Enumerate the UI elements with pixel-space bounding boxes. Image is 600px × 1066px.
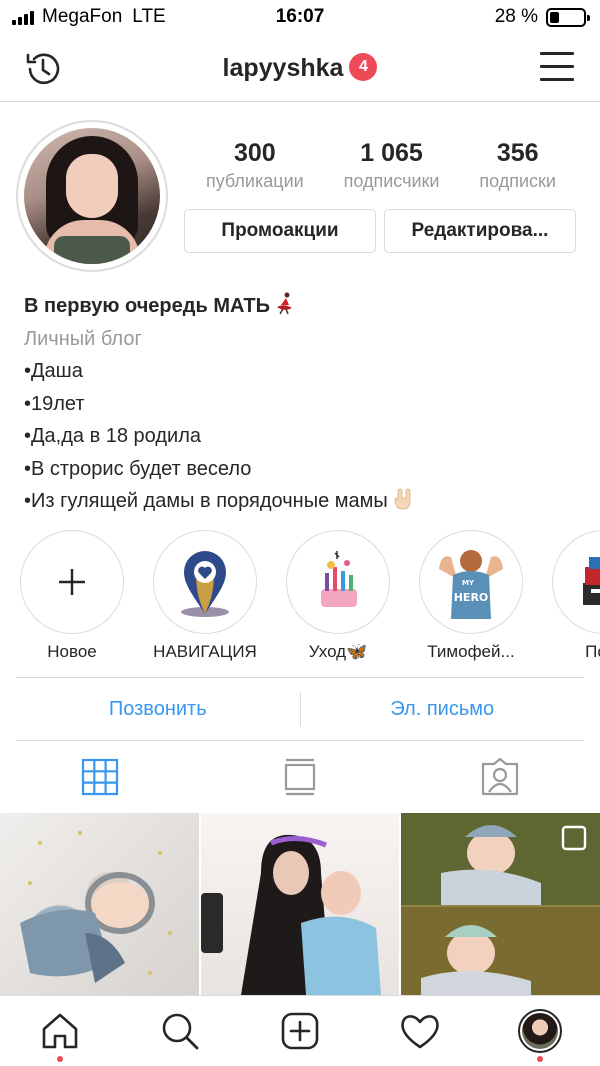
highlight-shopping[interactable]: Поку	[552, 530, 600, 670]
profile-header: lapyyshka 4	[0, 36, 600, 102]
bio-line: •Да,да в 18 родила	[24, 425, 202, 447]
post-thumbnail[interactable]	[0, 813, 199, 995]
stat-value: 356	[496, 139, 539, 167]
bio-name: В первую очередь МАТЬ	[24, 295, 271, 317]
status-bar: MegaFon LTE 16:07 28 %	[0, 0, 600, 36]
nav-search[interactable]	[120, 996, 240, 1066]
edit-profile-button[interactable]: Редактирова...	[384, 209, 576, 253]
highlight-care[interactable]: Уход🦋	[286, 530, 390, 670]
bottom-navigation	[0, 995, 600, 1066]
highlight-label: Поку	[585, 642, 600, 661]
menu-icon[interactable]	[540, 52, 574, 84]
stat-label: подписки	[479, 171, 556, 191]
highlight-timofey[interactable]: HERO MY Тимофей...	[419, 530, 523, 670]
stat-label: подписчики	[343, 171, 440, 191]
email-button[interactable]: Эл. письмо	[301, 678, 585, 740]
stat-label: публикации	[205, 171, 304, 191]
battery-percent: 28 %	[494, 6, 538, 27]
nav-home[interactable]	[0, 996, 120, 1066]
profile-actions: Промоакции Редактирова...	[184, 209, 576, 253]
hero-dad-icon: HERO MY	[439, 550, 503, 619]
highlight-label: Уход🦋	[308, 642, 368, 661]
avatar-image	[24, 128, 160, 264]
grid-icon	[81, 758, 119, 796]
notification-badge: 4	[349, 52, 378, 81]
nav-activity[interactable]	[360, 996, 480, 1066]
dancer-emoji-icon	[277, 292, 293, 315]
account-switcher[interactable]: lapyyshka 4	[0, 52, 600, 83]
home-notification-dot	[57, 1056, 63, 1062]
shopping-boxes-icon	[583, 557, 600, 605]
highlight-new[interactable]: Новое	[20, 530, 124, 670]
battery-icon	[546, 7, 590, 27]
tab-tagged[interactable]	[400, 742, 600, 812]
highlight-label: Тимофей...	[427, 642, 515, 661]
profile-tabs	[0, 742, 600, 812]
profile-notification-dot	[537, 1056, 543, 1062]
feed-icon	[284, 758, 316, 796]
bio-line: •19лет	[24, 392, 85, 415]
search-icon	[162, 1013, 199, 1050]
highlight-label: НАВИГАЦИЯ	[153, 642, 257, 661]
rock-hand-emoji-icon	[394, 488, 411, 510]
location-pin-icon	[181, 551, 229, 617]
stat-followers[interactable]: 1 065 подписчики	[344, 138, 440, 194]
promotions-button[interactable]: Промоакции	[184, 209, 376, 253]
bio-line-last: •Из гулящей дамы в порядочные мамы	[24, 485, 584, 518]
nav-profile[interactable]	[480, 996, 600, 1066]
username: lapyyshka	[222, 54, 344, 82]
mother-child-image	[200, 834, 381, 995]
stat-value: 300	[233, 139, 276, 167]
baby-sleeping-image	[20, 831, 172, 983]
story-highlights: Новое НАВИГАЦИЯ Уход🦋 HERO MY Тимофей...…	[20, 530, 600, 670]
highlight-label: Новое	[47, 642, 97, 661]
profile-bio: В первую очередь МАТЬ Личный блог •Даша …	[24, 290, 584, 518]
highlight-navigation[interactable]: НАВИГАЦИЯ	[153, 530, 257, 670]
cosmetics-icon	[321, 551, 357, 607]
battery-info: 28 %	[494, 6, 590, 28]
bio-line: •Из гулящей дамы в порядочные мамы	[24, 490, 388, 512]
plus-icon	[59, 569, 85, 595]
stat-posts[interactable]: 300 публикации	[206, 138, 304, 194]
svg-text:MY: MY	[462, 579, 475, 587]
svg-text:HERO: HERO	[454, 591, 489, 604]
nav-new-post[interactable]	[240, 996, 360, 1066]
home-icon	[42, 1013, 78, 1049]
profile-stats: 300 публикации 1 065 подписчики 356 подп…	[186, 138, 576, 194]
profile-avatar-small	[518, 1009, 562, 1053]
bio-category: Личный блог	[24, 327, 142, 350]
stat-value: 1 065	[360, 139, 423, 167]
contact-options: Позвонить Эл. письмо	[16, 677, 584, 741]
post-thumbnail[interactable]	[401, 813, 600, 995]
bio-line: •В строрис будет весело	[24, 457, 252, 480]
bio-line: •Даша	[24, 360, 83, 382]
bio-name-line: В первую очередь МАТЬ	[24, 290, 584, 323]
baby-collage-image	[401, 813, 600, 995]
tagged-icon	[481, 758, 519, 796]
add-post-icon	[281, 1012, 319, 1050]
stat-following[interactable]: 356 подписки	[479, 138, 556, 194]
call-button[interactable]: Позвонить	[16, 678, 300, 740]
profile-avatar[interactable]	[16, 120, 168, 272]
heart-icon	[401, 1015, 439, 1049]
posts-grid	[0, 813, 600, 995]
post-thumbnail[interactable]	[200, 813, 400, 995]
tab-feed[interactable]	[200, 742, 400, 812]
tab-grid[interactable]	[0, 742, 200, 812]
